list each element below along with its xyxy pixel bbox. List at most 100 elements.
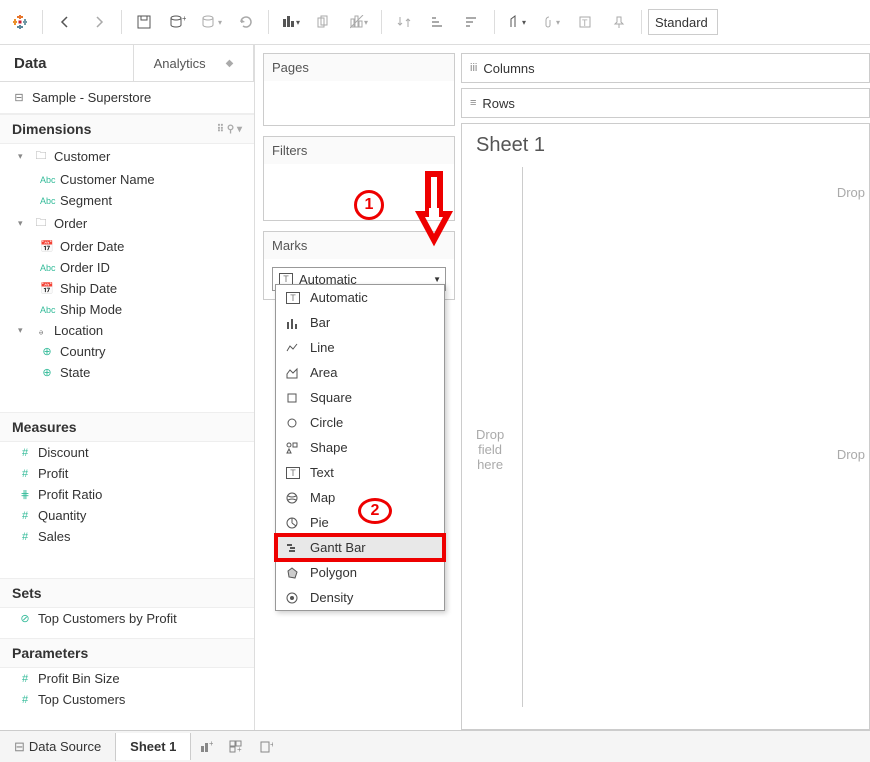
option-label: Gantt Bar xyxy=(310,540,366,555)
hash-icon: # xyxy=(18,468,32,480)
toolbar-separator xyxy=(381,10,382,34)
field-label: Profit xyxy=(38,466,68,481)
fit-select[interactable]: Standard xyxy=(648,9,718,35)
columns-shelf[interactable]: iii Columns xyxy=(461,53,870,83)
marks-option-circle[interactable]: Circle xyxy=(276,410,444,435)
field-label: Order xyxy=(54,216,87,231)
dimensions-header: Dimensions ⠿ ⚲ ▾ xyxy=(0,114,254,144)
new-datasource-button[interactable]: + xyxy=(162,7,194,37)
field-quantity[interactable]: #Quantity xyxy=(0,505,254,526)
measures-label: Measures xyxy=(12,419,77,435)
field-profit[interactable]: # Profit xyxy=(0,463,254,484)
globe-icon: ⊕ xyxy=(40,345,54,358)
tab-data[interactable]: Data xyxy=(0,45,134,81)
tab-analytics-label: Analytics xyxy=(154,56,206,71)
sheet-title[interactable]: Sheet 1 xyxy=(462,124,869,167)
new-story-button[interactable]: + xyxy=(251,732,281,762)
new-worksheet-button[interactable]: + xyxy=(191,732,221,762)
filters-shelf[interactable]: Filters xyxy=(263,136,455,221)
field-discount[interactable]: #Discount xyxy=(0,442,254,463)
field-label: Top Customers by Profit xyxy=(38,611,177,626)
marks-option-density[interactable]: Density xyxy=(276,585,444,610)
label-button[interactable]: T xyxy=(569,7,601,37)
pin-button[interactable] xyxy=(603,7,635,37)
marks-option-pie[interactable]: Pie xyxy=(276,510,444,535)
marks-option-map[interactable]: Map xyxy=(276,485,444,510)
new-dashboard-button[interactable]: + xyxy=(221,732,251,762)
sort-asc-button[interactable] xyxy=(422,7,454,37)
sort-desc-button[interactable] xyxy=(456,7,488,37)
field-sales[interactable]: #Sales xyxy=(0,526,254,547)
worksheet-canvas[interactable]: Sheet 1 Drop field here Drop Drop xyxy=(461,123,870,730)
field-order[interactable]: ▾🗀Order xyxy=(0,211,254,236)
data-pane: Data Analytics◆ ⊟ Sample - Superstore Di… xyxy=(0,45,255,730)
density-icon xyxy=(286,592,300,604)
fit-select-label: Standard xyxy=(655,15,708,30)
svg-text:+: + xyxy=(270,740,273,749)
footer-tab-sheet1[interactable]: Sheet 1 xyxy=(116,733,191,760)
field-profit-ratio[interactable]: ⋕Profit Ratio xyxy=(0,484,254,505)
measures-header: Measures xyxy=(0,412,254,442)
hash-icon: # xyxy=(18,694,32,706)
field-order-id[interactable]: AbcOrder ID xyxy=(0,257,254,278)
marks-option-text[interactable]: TText xyxy=(276,460,444,485)
field-state[interactable]: ⊕State xyxy=(0,362,254,383)
shape-icon xyxy=(286,442,300,454)
main-toolbar: + ▾ ▾ ▾ ▾ ▾ T Standard xyxy=(0,0,870,45)
field-order-date[interactable]: 📅Order Date xyxy=(0,236,254,257)
undo-button[interactable] xyxy=(230,7,262,37)
marks-option-shape[interactable]: Shape xyxy=(276,435,444,460)
field-label: Country xyxy=(60,344,106,359)
clear-button[interactable]: ▾ xyxy=(343,7,375,37)
text-icon: T xyxy=(286,467,300,479)
measures-list: #Discount # Profit ⋕Profit Ratio #Quantit… xyxy=(0,442,254,578)
highlight-button[interactable]: ▾ xyxy=(501,7,533,37)
tab-analytics[interactable]: Analytics◆ xyxy=(134,45,254,81)
duplicate-button[interactable] xyxy=(309,7,341,37)
param-profit-bin[interactable]: #Profit Bin Size xyxy=(0,668,254,689)
marks-option-area[interactable]: Area xyxy=(276,360,444,385)
marks-option-square[interactable]: Square xyxy=(276,385,444,410)
datasource-item[interactable]: ⊟ Sample - Superstore xyxy=(0,82,254,114)
set-icon: ⊘ xyxy=(18,612,32,625)
field-ship-mode[interactable]: AbcShip Mode xyxy=(0,299,254,320)
field-label: Order ID xyxy=(60,260,110,275)
attach-button[interactable]: ▾ xyxy=(535,7,567,37)
field-top-customers[interactable]: ⊘ Top Customers by Profit xyxy=(0,608,254,629)
marks-option-automatic[interactable]: TAutomatic xyxy=(276,285,444,310)
pages-shelf[interactable]: Pages xyxy=(263,53,455,126)
rows-label: Rows xyxy=(482,96,515,111)
toolbar-separator xyxy=(268,10,269,34)
globe-icon: ⊕ xyxy=(40,366,54,379)
save-button[interactable] xyxy=(128,7,160,37)
pie-icon xyxy=(286,517,300,529)
option-label: Map xyxy=(310,490,335,505)
marks-option-bar[interactable]: Bar xyxy=(276,310,444,335)
field-ship-date[interactable]: 📅Ship Date xyxy=(0,278,254,299)
option-label: Bar xyxy=(310,315,330,330)
new-worksheet-button[interactable]: ▾ xyxy=(275,7,307,37)
svg-text:+: + xyxy=(237,745,242,754)
toolbar-separator xyxy=(641,10,642,34)
param-top-customers[interactable]: #Top Customers xyxy=(0,689,254,710)
marks-option-polygon[interactable]: Polygon xyxy=(276,560,444,585)
section-tools-icon[interactable]: ⠿ ⚲ ▾ xyxy=(217,124,242,135)
swap-button[interactable] xyxy=(388,7,420,37)
tableau-logo-icon[interactable] xyxy=(4,7,36,37)
footer-tab-datasource[interactable]: ⊟Data Source xyxy=(0,733,116,761)
pages-label: Pages xyxy=(264,54,454,81)
field-customer-name[interactable]: AbcCustomer Name xyxy=(0,169,254,190)
field-segment[interactable]: AbcSegment xyxy=(0,190,254,211)
refresh-button[interactable]: ▾ xyxy=(196,7,228,37)
field-country[interactable]: ⊕ Country xyxy=(0,341,254,362)
parameters-list: #Profit Bin Size #Top Customers xyxy=(0,668,254,724)
rows-shelf[interactable]: ≡ Rows xyxy=(461,88,870,118)
gantt-icon xyxy=(286,542,300,554)
back-button[interactable] xyxy=(49,7,81,37)
forward-button[interactable] xyxy=(83,7,115,37)
marks-option-line[interactable]: Line xyxy=(276,335,444,360)
rows-icon: ≡ xyxy=(470,97,476,109)
field-customer[interactable]: ▾🗀Customer xyxy=(0,144,254,169)
field-location[interactable]: ▾ₔLocation xyxy=(0,320,254,341)
marks-option-gantt[interactable]: Gantt Bar xyxy=(276,535,444,560)
